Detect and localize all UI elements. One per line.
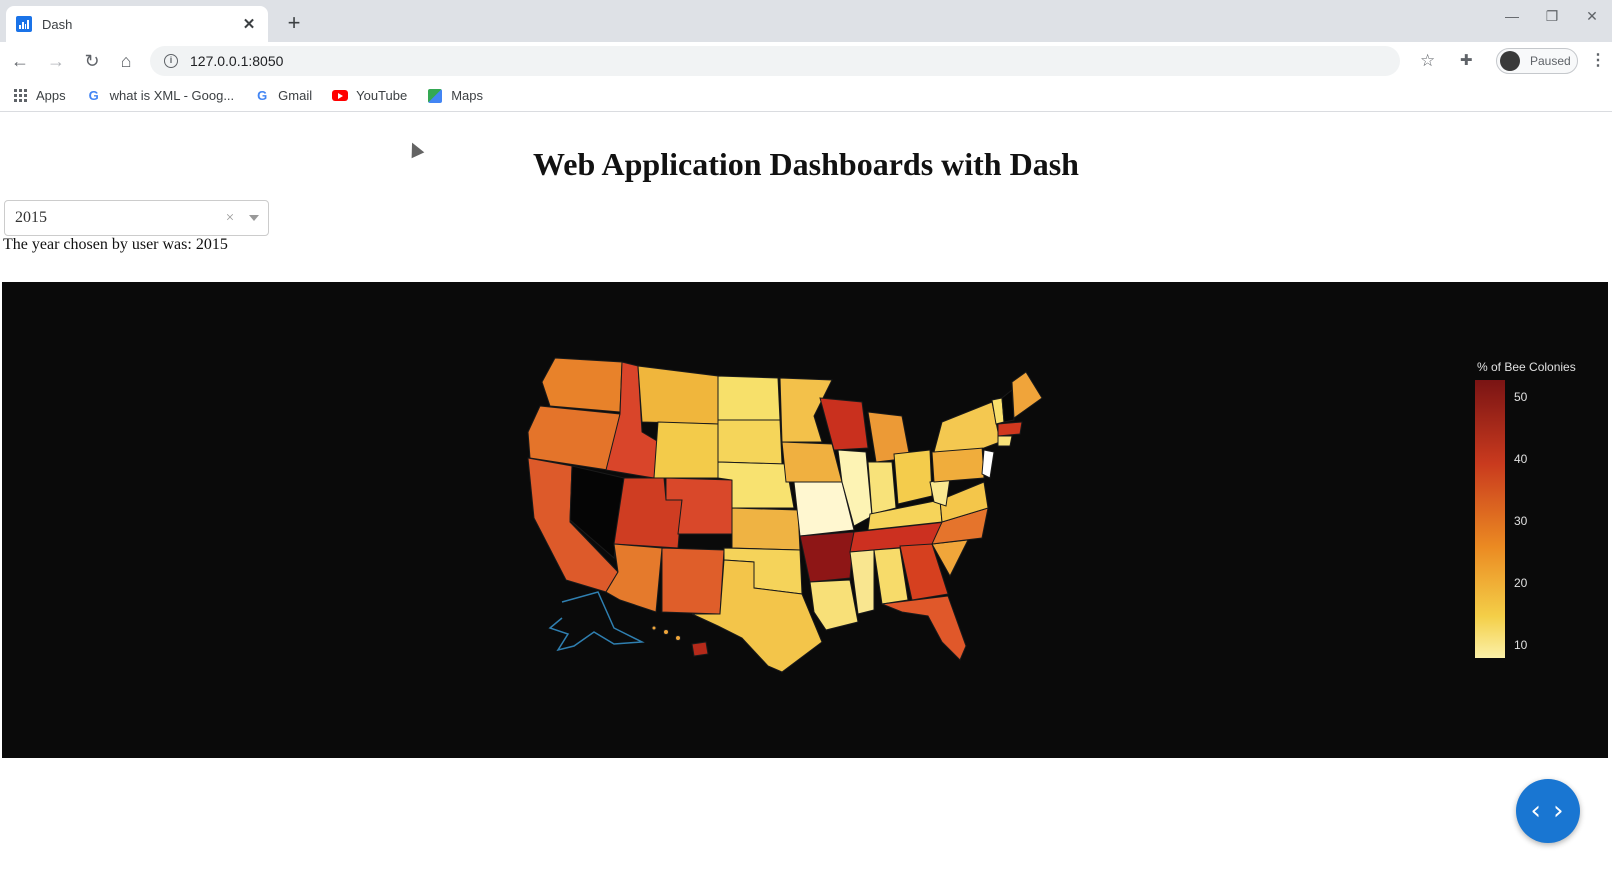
colorbar-gradient (1475, 380, 1505, 658)
dropdown-value: 2015 (15, 209, 47, 226)
hawaii-islet (663, 629, 669, 635)
colorbar-tick-label: 10 (1514, 638, 1528, 652)
output-container: The year chosen by user was: 2015 (3, 236, 228, 253)
dash-page: Web Application Dashboards with Dash 201… (0, 112, 1612, 870)
dash-debug-menu-button[interactable]: ‹ › (1516, 779, 1580, 843)
bookmark-label: what is XML - Goog... (109, 88, 235, 103)
clear-icon[interactable]: × (220, 210, 240, 227)
address-bar[interactable]: i 127.0.0.1:8050 (150, 46, 1400, 76)
reload-button[interactable]: ↻ (80, 50, 104, 74)
state-hawaii[interactable] (691, 641, 709, 657)
bookmark-label: YouTube (356, 88, 408, 103)
state-north-dakota[interactable] (717, 375, 781, 421)
maps-icon (427, 88, 443, 104)
colorbar-tick-label: 50 (1514, 390, 1528, 404)
hawaii-islet (675, 635, 681, 641)
state-louisiana[interactable] (809, 579, 859, 631)
avatar (1500, 51, 1520, 71)
bookmark-apps[interactable]: Apps (12, 88, 66, 104)
tab-title: Dash (42, 16, 73, 32)
window-close-button[interactable]: ✕ (1577, 8, 1607, 25)
restore-button[interactable]: ❐ (1537, 8, 1567, 25)
state-wyoming[interactable] (653, 421, 719, 479)
state-washington[interactable] (541, 357, 623, 413)
state-wisconsin[interactable] (819, 397, 869, 451)
usa-choropleth-map[interactable] (2, 282, 1608, 758)
site-info-icon[interactable]: i (164, 54, 178, 68)
browser-window: Dash ✕ + — ❐ ✕ ← → ↻ ⌂ i 127.0.0.1:8050 … (0, 0, 1612, 870)
state-new-jersey[interactable] (981, 449, 995, 479)
state-kansas[interactable] (731, 507, 801, 551)
apps-grid-icon (12, 88, 28, 104)
minimize-button[interactable]: — (1497, 8, 1527, 24)
dash-favicon-icon (16, 16, 32, 32)
colorbar-tick-label: 30 (1514, 514, 1528, 528)
browser-toolbar: ← → ↻ ⌂ i 127.0.0.1:8050 ☆ ✚ Paused ⋮ (0, 42, 1612, 80)
tab-dash[interactable]: Dash ✕ (6, 6, 268, 42)
new-tab-button[interactable]: + (282, 12, 306, 34)
profile-status: Paused (1530, 54, 1571, 68)
state-connecticut[interactable] (997, 435, 1013, 447)
youtube-icon (332, 88, 349, 104)
colorbar-tick-label: 20 (1514, 576, 1528, 590)
state-new-mexico[interactable] (661, 547, 725, 615)
state-massachusetts[interactable] (997, 421, 1023, 437)
state-south-dakota[interactable] (717, 419, 783, 465)
bookmark-xml-search[interactable]: G what is XML - Goog... (86, 88, 235, 104)
bookmarks-bar: Apps G what is XML - Goog... G Gmail You… (0, 80, 1612, 112)
back-button[interactable]: ← (8, 50, 32, 74)
state-montana[interactable] (637, 365, 719, 425)
home-button[interactable]: ⌂ (114, 50, 138, 74)
bookmark-label: Gmail (278, 88, 313, 103)
bookmark-youtube[interactable]: YouTube (332, 88, 407, 104)
kebab-menu-icon[interactable]: ⋮ (1590, 50, 1606, 70)
colorbar-title: % of Bee Colonies (1477, 360, 1576, 374)
state-florida[interactable] (881, 595, 967, 661)
chevron-down-icon[interactable] (240, 201, 268, 235)
bookmark-gmail[interactable]: G Gmail (254, 88, 312, 104)
colorbar-tick-label: 40 (1514, 452, 1528, 466)
bee-map-graph[interactable]: % of Bee Colonies 50 40 30 20 10 (2, 282, 1608, 758)
bookmark-label: Apps (36, 88, 66, 103)
state-new-hampshire[interactable] (1001, 389, 1015, 423)
state-new-york[interactable] (933, 401, 1001, 453)
state-arkansas[interactable] (799, 531, 855, 583)
state-maine[interactable] (1011, 371, 1043, 419)
google-icon: G (88, 88, 99, 103)
state-indiana[interactable] (867, 461, 897, 515)
bookmark-label: Maps (451, 88, 483, 103)
google-icon: G (257, 88, 268, 103)
page-title: Web Application Dashboards with Dash (533, 146, 1079, 182)
state-ohio[interactable] (893, 449, 933, 505)
extensions-puzzle-icon[interactable]: ✚ (1460, 51, 1473, 69)
hawaii-islet (651, 625, 657, 631)
bookmark-star-icon[interactable]: ☆ (1420, 51, 1435, 71)
state-shapes (527, 357, 1043, 673)
profile-button[interactable]: Paused (1496, 48, 1578, 74)
close-tab-icon[interactable]: ✕ (240, 15, 258, 33)
tab-strip: Dash ✕ + — ❐ ✕ (0, 0, 1612, 42)
forward-button[interactable]: → (44, 50, 68, 74)
bookmark-maps[interactable]: Maps (427, 88, 483, 104)
year-dropdown[interactable]: 2015 × (4, 200, 269, 236)
url-text: 127.0.0.1:8050 (190, 53, 284, 69)
